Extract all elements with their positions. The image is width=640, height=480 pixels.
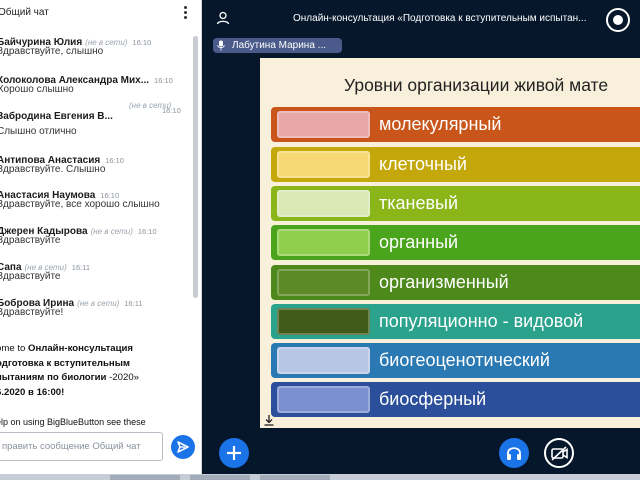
welcome-message: ome to Онлайн-консультация одготовка к в… [0, 342, 196, 400]
level-swatch [277, 269, 370, 296]
chat-message: Анастасия Наумова 16:10 Здравствуйте, все… [0, 185, 190, 210]
chat-scrollbar[interactable] [193, 36, 198, 298]
chat-message: Антипова Анастасия 16:10 Здравствуйте. Сл… [0, 150, 190, 175]
main-area: Онлайн-консультация «Подготовка к вступи… [203, 0, 640, 480]
level-swatch [277, 151, 370, 178]
message-status: (не в сети) [85, 38, 128, 47]
chat-message: Забродина Евгения В... (не в сети) 16:10… [0, 101, 190, 137]
record-button[interactable] [606, 8, 630, 32]
chat-title: Общий чат [0, 7, 49, 18]
level-label: биогеоценотический [379, 350, 550, 370]
user-icon[interactable] [216, 11, 230, 25]
message-time: 16:10 [162, 106, 181, 115]
chat-message: Сапа(не в сети) 16:11 Здравствуйте [0, 257, 190, 282]
microphone-icon [217, 40, 225, 51]
welcome-title-line-3: пытаниям по биологии [0, 372, 107, 383]
message-author: Боброва Ирина [0, 298, 75, 309]
level-swatch [277, 347, 370, 374]
chat-header: Общий чат [0, 0, 201, 28]
level-label: организменный [379, 272, 509, 292]
welcome-title-line-2: одготовка к вступительным [0, 357, 130, 369]
message-time: 16:11 [124, 299, 143, 308]
chat-panel: Общий чат Байчурина Юлия (не в сети) 16:10… [0, 0, 202, 480]
chat-message-input[interactable] [0, 433, 157, 459]
message-author: Байчурина Юлия [0, 37, 83, 48]
level-label: органный [379, 232, 459, 252]
message-author: Забродина Евгения В... [0, 111, 113, 122]
chat-input-wrapper [0, 432, 163, 461]
message-time: 16:10 [154, 76, 173, 85]
meeting-title: Онлайн-консультация «Подготовка к вступи… [293, 13, 587, 24]
message-time: 16:10 [100, 191, 120, 200]
level-bar: тканевый [271, 186, 640, 221]
download-icon[interactable] [263, 414, 275, 426]
send-icon [177, 441, 189, 453]
taskbar-item[interactable] [260, 475, 330, 480]
chat-message: Боброва Ирина (не в сети) 16:11 Здравствуй… [0, 293, 190, 318]
message-status: (не в сети) [77, 299, 120, 308]
message-status: (не в сети) [90, 227, 133, 236]
presentation-slide: Уровни организации живой мате молекулярн… [260, 58, 640, 428]
video-button[interactable] [544, 438, 574, 468]
level-bar: организменный [271, 265, 640, 300]
level-swatch [277, 190, 370, 217]
level-label: тканевый [379, 193, 459, 213]
message-time: 16:10 [132, 38, 152, 47]
message-time: 16:10 [137, 227, 157, 236]
message-author: Анастасия Наумова [0, 190, 96, 201]
camera-off-icon [551, 446, 568, 461]
actions-add-button[interactable] [219, 438, 249, 468]
top-bar: Онлайн-консультация «Подготовка к вступи… [203, 0, 640, 36]
chat-message: Байчурина Юлия (не в сети) 16:10 Здравству… [0, 32, 190, 57]
message-author: Антипова Анастасия [0, 155, 101, 166]
slide-title: Уровни организации живой мате [344, 75, 609, 95]
level-bar: биосферный [271, 382, 640, 417]
message-author: Сапа [0, 262, 22, 273]
message-status: (не в сети) [24, 263, 67, 272]
message-text: Слышно отлично [0, 126, 77, 137]
message-text: Здравствуйте [0, 271, 61, 282]
os-taskbar [0, 474, 640, 480]
level-label: молекулярный [379, 114, 502, 134]
message-author: Колоколова Александра Мих... [0, 75, 150, 86]
level-bar: органный [271, 225, 640, 260]
level-label: клеточный [379, 154, 467, 174]
level-bar: клеточный [271, 147, 640, 182]
message-time: 16:11 [71, 263, 91, 272]
headphones-icon [507, 447, 521, 460]
chat-message-list[interactable]: Байчурина Юлия (не в сети) 16:10 Здравству… [0, 30, 195, 332]
welcome-year: -2020» [109, 372, 140, 383]
welcome-title-line-1: Онлайн-консультация [28, 343, 134, 354]
level-swatch [277, 308, 370, 335]
level-bar: молекулярный [271, 107, 640, 142]
message-status: (не в сети) [129, 101, 172, 110]
chat-message: Джерен Кадырова (не в сети) 16:10 Здравств… [0, 221, 190, 246]
level-swatch [277, 111, 370, 138]
taskbar-item[interactable] [190, 475, 250, 480]
welcome-date: 6.2020 в 16:00! [0, 386, 65, 398]
talker-name: Лабутина Марина ... [232, 40, 327, 51]
plus-icon [227, 446, 241, 460]
chat-message: Колоколова Александра Мих... 16:10 Хорошо… [0, 70, 190, 95]
level-swatch [277, 229, 370, 256]
help-text: elp on using BigBlueButton see these [0, 417, 146, 427]
send-button[interactable] [171, 435, 195, 459]
talking-indicator: Лабутина Марина ... [213, 38, 342, 53]
level-label: биосферный [379, 389, 487, 409]
message-author: Джерен Кадырова [0, 226, 88, 237]
more-vertical-icon[interactable] [180, 4, 190, 20]
record-icon [613, 15, 623, 25]
level-bar: биогеоценотический [271, 343, 640, 378]
audio-button[interactable] [499, 438, 529, 468]
taskbar-item[interactable] [110, 475, 180, 480]
level-label: популяционно - видовой [379, 311, 584, 331]
level-swatch [277, 386, 370, 413]
level-bar: популяционно - видовой [271, 304, 640, 339]
welcome-prefix: ome to [0, 343, 26, 354]
message-time: 16:10 [105, 156, 124, 165]
